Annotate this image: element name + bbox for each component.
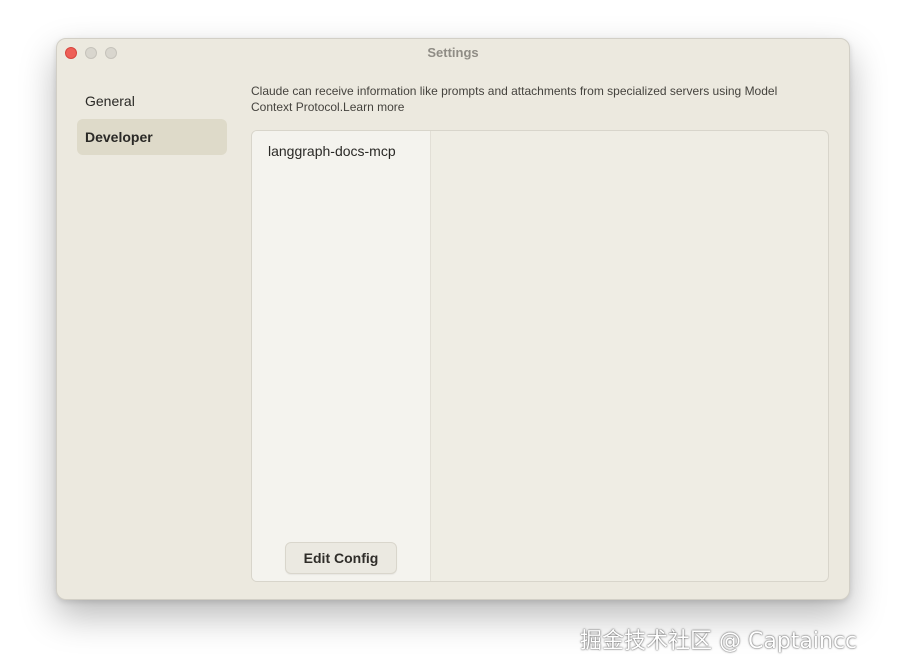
learn-more-link[interactable]: Learn more: [343, 100, 404, 114]
description-text: Claude can receive information like prom…: [251, 84, 778, 114]
edit-config-button[interactable]: Edit Config: [285, 542, 397, 574]
server-item-langgraph-docs-mcp[interactable]: langgraph-docs-mcp: [268, 143, 396, 159]
server-list: langgraph-docs-mcp Edit Config: [252, 131, 431, 581]
settings-window: Settings General Developer Claude can re…: [56, 38, 850, 600]
mcp-description: Claude can receive information like prom…: [251, 83, 821, 115]
watermark: 掘金技术社区 @ Captaincc: [580, 629, 858, 654]
sidebar-item-developer[interactable]: Developer: [77, 119, 227, 155]
settings-sidebar: General Developer: [77, 83, 227, 155]
mcp-servers-panel: langgraph-docs-mcp Edit Config: [251, 130, 829, 582]
window-title: Settings: [427, 45, 479, 60]
sidebar-item-general[interactable]: General: [77, 83, 227, 119]
title-bar[interactable]: Settings: [57, 39, 849, 67]
server-detail-pane: [431, 131, 828, 581]
